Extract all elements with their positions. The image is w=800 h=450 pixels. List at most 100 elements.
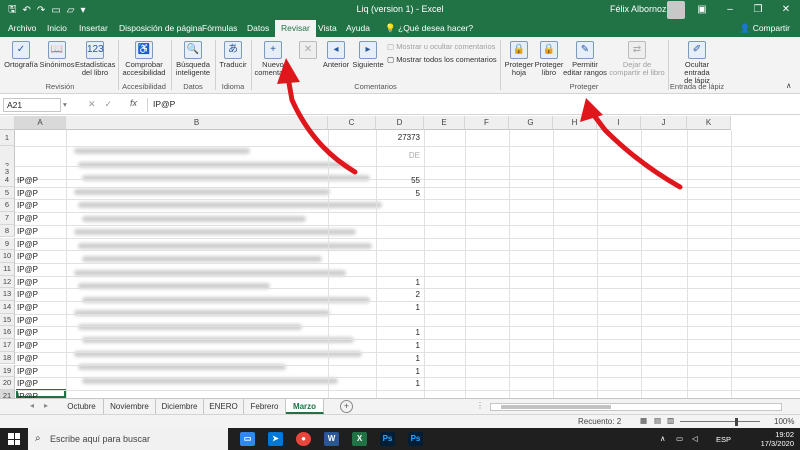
- chrome-icon[interactable]: ●: [296, 432, 311, 446]
- undo-icon[interactable]: ↶: [23, 5, 31, 16]
- tab-archivo[interactable]: Archivo: [8, 23, 36, 33]
- cell-a7[interactable]: IP@P: [17, 227, 38, 236]
- windows-start-icon[interactable]: [8, 433, 20, 445]
- collapse-ribbon-icon[interactable]: ∧: [786, 81, 792, 90]
- mostrar-ocultar-comentarios-button[interactable]: ▢ Mostrar u ocultar comentarios: [387, 42, 495, 51]
- redo-icon[interactable]: ↷: [37, 5, 45, 16]
- cell-d4[interactable]: 5: [376, 189, 420, 198]
- avatar[interactable]: [667, 1, 685, 19]
- maximize-icon[interactable]: ❐: [744, 0, 772, 20]
- cell-a13[interactable]: IP@P: [17, 303, 38, 312]
- open-folder-icon[interactable]: ▱: [67, 5, 75, 16]
- anterior-button[interactable]: ◂ Anterior: [320, 41, 352, 69]
- cell-a8[interactable]: IP@P: [17, 240, 38, 249]
- column-header-i[interactable]: I: [597, 116, 641, 130]
- tab-inicio[interactable]: Inicio: [47, 23, 67, 33]
- tab-revisar[interactable]: Revisar: [275, 20, 316, 37]
- column-header-e[interactable]: E: [424, 116, 465, 130]
- sheet-tab-diciembre[interactable]: Diciembre: [156, 399, 204, 414]
- cell-a15[interactable]: IP@P: [17, 328, 38, 337]
- row-header-7[interactable]: 7: [0, 212, 15, 225]
- cell-a14[interactable]: IP@P: [17, 316, 38, 325]
- cell-d11[interactable]: 1: [376, 278, 420, 287]
- column-header-g[interactable]: G: [509, 116, 553, 130]
- row-header-10[interactable]: 10: [0, 250, 15, 263]
- horizontal-scrollbar[interactable]: [490, 403, 782, 411]
- cell-a11[interactable]: IP@P: [17, 278, 38, 287]
- permitir-editar-rangos-button[interactable]: ✎ Permitir editar rangos: [563, 41, 607, 77]
- cell-a18[interactable]: IP@P: [17, 367, 38, 376]
- task-view-icon[interactable]: ▭: [240, 432, 255, 446]
- row-header-14[interactable]: 14: [0, 301, 15, 314]
- cell-a6[interactable]: IP@P: [17, 214, 38, 223]
- sheet-tab-enero[interactable]: ENERO: [204, 399, 244, 414]
- proteger-hoja-button[interactable]: 🔒 Proteger hoja: [503, 41, 535, 77]
- qat-dropdown-icon[interactable]: ▾: [80, 5, 85, 16]
- column-header-b[interactable]: B: [66, 116, 328, 130]
- minimize-icon[interactable]: –: [716, 0, 744, 20]
- column-header-h[interactable]: H: [553, 116, 597, 130]
- row-header-11[interactable]: 11: [0, 262, 15, 276]
- cell-a12[interactable]: IP@P: [17, 290, 38, 299]
- page-layout-icon[interactable]: ▤: [654, 416, 661, 425]
- busqueda-inteligente-button[interactable]: 🔍 Búsqueda inteligente: [173, 41, 213, 77]
- sheet-prev-icon[interactable]: ◂: [30, 401, 34, 410]
- name-box[interactable]: A21: [3, 98, 61, 112]
- taskbar-search[interactable]: ⌕ Escribe aquí para buscar: [28, 428, 228, 450]
- cell-a3[interactable]: IP@P: [17, 176, 38, 185]
- scroll-thumb[interactable]: [501, 405, 611, 409]
- network-icon[interactable]: ▭: [676, 434, 683, 443]
- zoom-thumb[interactable]: [735, 418, 738, 426]
- cell-a10[interactable]: IP@P: [17, 265, 38, 274]
- nuevo-comentario-button[interactable]: + Nuevo comentario: [253, 41, 293, 77]
- user-name[interactable]: Félix Albornoz: [610, 4, 667, 14]
- word-icon[interactable]: W: [324, 432, 339, 446]
- close-icon[interactable]: ✕: [772, 0, 800, 20]
- ortografia-button[interactable]: ✓ Ortografía: [4, 41, 38, 69]
- tab-disposicion[interactable]: Disposición de página: [119, 23, 202, 33]
- row-header-16[interactable]: 16: [0, 326, 15, 340]
- zoom-level[interactable]: 100%: [774, 417, 794, 426]
- column-header-d[interactable]: D: [376, 116, 424, 130]
- tab-ayuda[interactable]: Ayuda: [346, 23, 370, 33]
- photoshop-icon-2[interactable]: Ps: [408, 432, 423, 446]
- dejar-compartir-libro-button[interactable]: ⇄ Dejar de compartir el libro: [608, 41, 666, 77]
- telegram-icon[interactable]: ➤: [268, 432, 283, 446]
- normal-view-icon[interactable]: ▦: [640, 416, 647, 425]
- formula-cancel-confirm-icons[interactable]: ✕✓: [88, 99, 121, 110]
- estadisticas-button[interactable]: 123 Estadísticas del libro: [75, 41, 115, 77]
- tab-split-handle[interactable]: ⋮: [476, 401, 484, 410]
- cell-d17[interactable]: 1: [376, 354, 420, 363]
- row-header-20[interactable]: 20: [0, 377, 15, 390]
- add-sheet-button[interactable]: +: [340, 400, 353, 413]
- cell-a19[interactable]: IP@P: [17, 379, 38, 388]
- row-header-6[interactable]: 6: [0, 199, 15, 213]
- cell-d2[interactable]: DE: [376, 151, 420, 160]
- clock[interactable]: 19:02 17/3/2020: [761, 430, 794, 448]
- siguiente-button[interactable]: ▸ Siguiente: [351, 41, 385, 69]
- cell-d16[interactable]: 1: [376, 341, 420, 350]
- cell-a5[interactable]: IP@P: [17, 201, 38, 210]
- sheet-tab-noviembre[interactable]: Noviembre: [104, 399, 156, 414]
- row-header-17[interactable]: 17: [0, 339, 15, 352]
- cell-d12[interactable]: 2: [376, 290, 420, 299]
- cell-a17[interactable]: IP@P: [17, 354, 38, 363]
- page-break-icon[interactable]: ▥: [667, 416, 674, 425]
- cell-d1[interactable]: 27373: [376, 133, 420, 142]
- insert-function-button[interactable]: fx: [130, 98, 137, 108]
- photoshop-icon[interactable]: Ps: [380, 432, 395, 446]
- row-header-1[interactable]: 1: [0, 130, 15, 146]
- proteger-libro-button[interactable]: 🔒 Proteger libro: [534, 41, 564, 77]
- row-header-21[interactable]: 21: [0, 389, 15, 398]
- tell-me-box[interactable]: ¿Qué desea hacer?: [398, 23, 473, 33]
- cell-d18[interactable]: 1: [376, 367, 420, 376]
- formula-input[interactable]: IP@P: [147, 98, 792, 112]
- column-header-k[interactable]: K: [687, 116, 731, 130]
- sheet-tab-octubre[interactable]: Octubre: [60, 399, 104, 414]
- sheet-next-icon[interactable]: ▸: [44, 401, 48, 410]
- new-file-icon[interactable]: ▭: [51, 5, 60, 16]
- excel-taskbar-icon[interactable]: X: [352, 432, 367, 446]
- mostrar-todos-comentarios-button[interactable]: ▢ Mostrar todos los comentarios: [387, 55, 497, 64]
- select-all-corner[interactable]: [0, 116, 15, 130]
- column-header-f[interactable]: F: [465, 116, 509, 130]
